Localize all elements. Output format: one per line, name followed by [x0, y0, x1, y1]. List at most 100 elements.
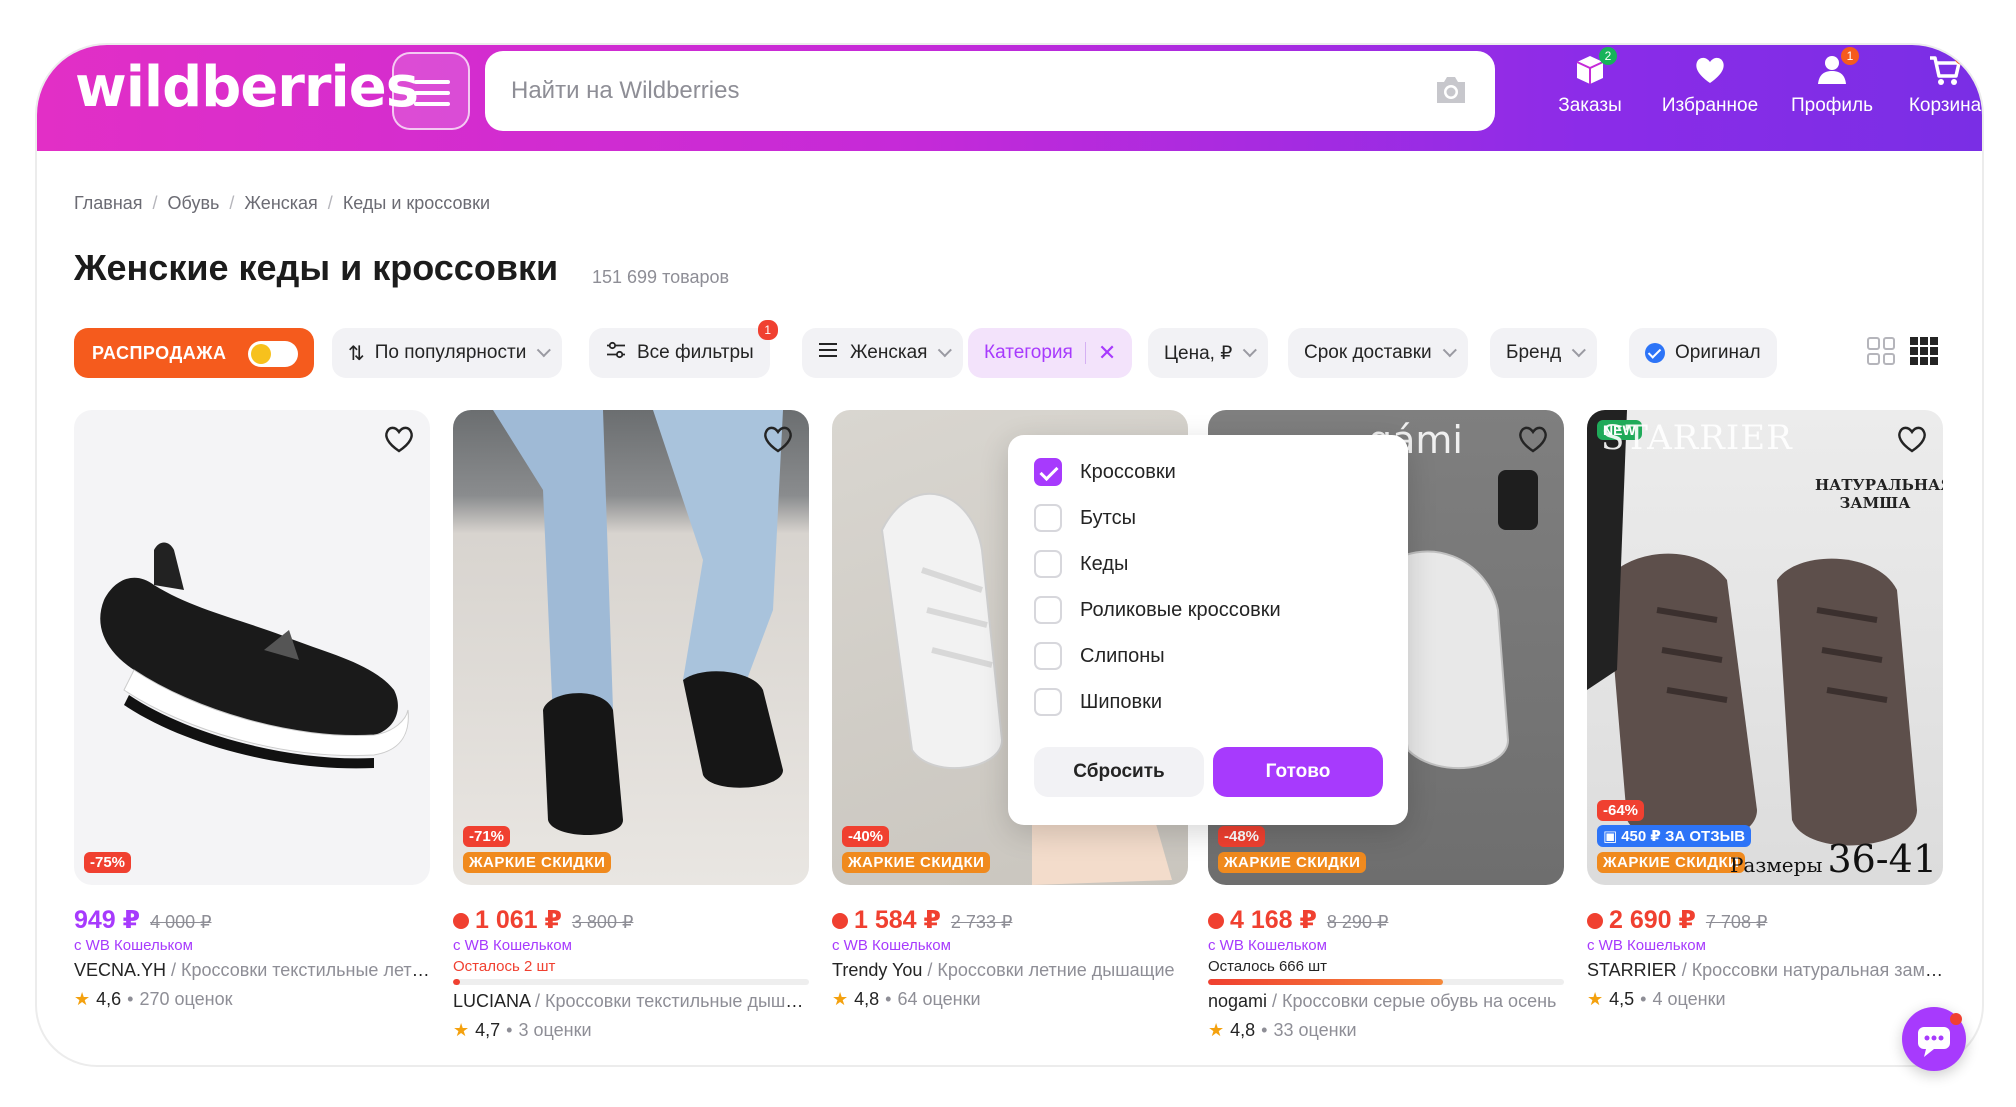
shoe-image — [100, 542, 409, 769]
product-image[interactable]: NEW STARRIER НАТУРАЛЬНАЯ ЗАМША -64% ▣ 450… — [1587, 410, 1943, 885]
nav-profile[interactable]: 1 Профиль — [1777, 47, 1887, 133]
hot-sale-badge: ЖАРКИЕ СКИДКИ — [463, 852, 612, 873]
star-icon: ★ — [74, 989, 91, 1009]
discount-badge: -71% — [463, 826, 511, 847]
breadcrumb-shoes[interactable]: Обувь — [168, 193, 220, 213]
heart-icon — [1693, 53, 1727, 87]
shoe-image — [493, 410, 783, 835]
chevron-down-icon — [1442, 343, 1457, 358]
grid-small-view-icon[interactable] — [1910, 337, 1938, 365]
sort-icon: ⇅ — [348, 342, 365, 365]
sort-label: По популярности — [374, 342, 527, 363]
category-option[interactable]: Бутсы — [1034, 503, 1136, 533]
brand-watermark: STARRIER — [1601, 418, 1793, 458]
product-name[interactable]: LUCIANA / Кроссовки текстильные дышащие — [453, 991, 809, 1012]
category-option[interactable]: Шиповки — [1034, 687, 1162, 717]
nav-cart[interactable]: 3 Корзина — [1890, 47, 1982, 133]
delivery-chip[interactable]: Срок доставки — [1288, 328, 1468, 378]
category-option[interactable]: Кроссовки — [1034, 457, 1176, 487]
hot-sale-badge: ЖАРКИЕ СКИДКИ — [1597, 852, 1746, 873]
original-chip[interactable]: Оригинал — [1629, 328, 1777, 378]
product-rating: ★ 4,8 • 64 оценки — [832, 989, 981, 1009]
category-option[interactable]: Роликовые кроссовки — [1034, 595, 1281, 625]
star-icon: ★ — [453, 1020, 470, 1040]
product-image[interactable]: -71% ЖАРКИЕ СКИДКИ — [453, 410, 809, 885]
all-filters-chip[interactable]: Все фильтры 1 — [589, 320, 778, 378]
checkbox[interactable] — [1034, 596, 1062, 624]
discount-badge: -75% — [84, 852, 132, 873]
nav-orders-label: Заказы — [1558, 95, 1622, 116]
verified-icon — [1645, 343, 1665, 363]
category-option[interactable]: Кеды — [1034, 549, 1128, 579]
nav-cart-label: Корзина — [1908, 95, 1982, 116]
checkbox[interactable] — [1034, 550, 1062, 578]
wallet-note: с WB Кошельком — [453, 937, 572, 954]
nav-favorites[interactable]: Избранное — [1655, 53, 1765, 133]
breadcrumb-women[interactable]: Женская — [244, 193, 317, 213]
checkbox[interactable] — [1034, 688, 1062, 716]
product-rating: ★ 4,5 • 4 оценки — [1587, 989, 1726, 1009]
list-icon — [818, 342, 838, 364]
gift-icon: ▣ — [1603, 828, 1618, 845]
clear-icon[interactable]: ✕ — [1098, 340, 1116, 366]
favorite-heart-icon[interactable] — [1516, 422, 1550, 456]
sale-toggle-chip[interactable]: РАСПРОДАЖА — [74, 328, 314, 378]
box-icon: 2 — [1573, 47, 1617, 87]
product-card[interactable]: NEW STARRIER НАТУРАЛЬНАЯ ЗАМША -64% ▣ 450… — [1587, 410, 1943, 1010]
star-icon: ★ — [1587, 989, 1604, 1009]
product-card[interactable]: -75% 949 ₽ 4 000 ₽ с WB Кошельком VECNA.… — [74, 410, 430, 1010]
checkbox[interactable] — [1034, 458, 1062, 486]
stock-left: Осталось 2 шт — [453, 958, 556, 975]
gender-chip[interactable]: Женская — [802, 328, 964, 378]
hot-price-icon — [453, 913, 469, 929]
camera-icon[interactable] — [1433, 73, 1469, 107]
product-rating: ★ 4,8 • 33 оценки — [1208, 1020, 1357, 1040]
price-chip[interactable]: Цена, ₽ — [1148, 328, 1269, 378]
reset-button[interactable]: Сбросить — [1034, 747, 1204, 797]
product-rating: ★ 4,7 • 3 оценки — [453, 1020, 592, 1040]
breadcrumb-current: Кеды и кроссовки — [342, 193, 491, 213]
hot-price-icon — [1208, 913, 1224, 929]
chat-button[interactable] — [1902, 1007, 1966, 1071]
old-price: 2 733 ₽ — [950, 912, 1013, 932]
chevron-down-icon — [1243, 343, 1258, 358]
product-name[interactable]: VECNA.YH / Кроссовки текстильные летние — [74, 960, 430, 981]
hot-sale-badge: ЖАРКИЕ СКИДКИ — [842, 852, 991, 873]
sale-toggle[interactable] — [248, 341, 298, 367]
chevron-down-icon — [1571, 343, 1587, 358]
category-chip[interactable]: Категория ✕ — [968, 328, 1133, 378]
product-name[interactable]: Trendy You / Кроссовки летние дышащие — [832, 960, 1188, 981]
search-input[interactable] — [511, 71, 1391, 111]
favorite-heart-icon[interactable] — [1895, 422, 1929, 456]
grid-large-view-icon[interactable] — [1867, 337, 1895, 365]
chat-icon — [1918, 1013, 1962, 1057]
brand-label: Бренд — [1506, 342, 1562, 363]
category-option[interactable]: Слипоны — [1034, 641, 1165, 671]
product-name[interactable]: nogami / Кроссовки серые обувь на осень — [1208, 991, 1564, 1012]
sort-chip[interactable]: ⇅ По популярности — [332, 328, 563, 378]
done-button[interactable]: Готово — [1213, 747, 1383, 797]
checkbox[interactable] — [1034, 504, 1062, 532]
product-name[interactable]: STARRIER / Кроссовки натуральная замша — [1587, 960, 1943, 981]
sale-label: РАСПРОДАЖА — [92, 342, 227, 363]
breadcrumb-home[interactable]: Главная — [74, 193, 143, 213]
product-price: 4 168 ₽ — [1230, 906, 1317, 934]
breadcrumb: Главная / Обувь / Женская / Кеды и кроссовки — [74, 193, 491, 213]
nav-orders[interactable]: 2 Заказы — [1535, 47, 1645, 133]
stock-bar — [1208, 979, 1564, 985]
cart-badge: 3 — [1954, 47, 1972, 65]
favorite-heart-icon[interactable] — [382, 422, 416, 456]
logo[interactable]: wildberries — [75, 55, 419, 120]
product-image[interactable]: -75% — [74, 410, 430, 885]
menu-button[interactable] — [392, 52, 470, 130]
brand-chip[interactable]: Бренд — [1490, 328, 1598, 378]
original-label: Оригинал — [1675, 342, 1761, 363]
nav-favorites-label: Избранное — [1661, 95, 1759, 116]
product-card[interactable]: -71% ЖАРКИЕ СКИДКИ 1 061 ₽ 3 800 ₽ с WB … — [453, 410, 809, 1041]
favorite-heart-icon[interactable] — [761, 422, 795, 456]
search-bar — [485, 51, 1495, 131]
orders-badge: 2 — [1599, 47, 1617, 65]
checkbox[interactable] — [1034, 642, 1062, 670]
cart-icon: 3 — [1928, 47, 1972, 87]
review-bonus-badge: ▣ 450 ₽ ЗА ОТЗЫВ — [1597, 825, 1752, 847]
